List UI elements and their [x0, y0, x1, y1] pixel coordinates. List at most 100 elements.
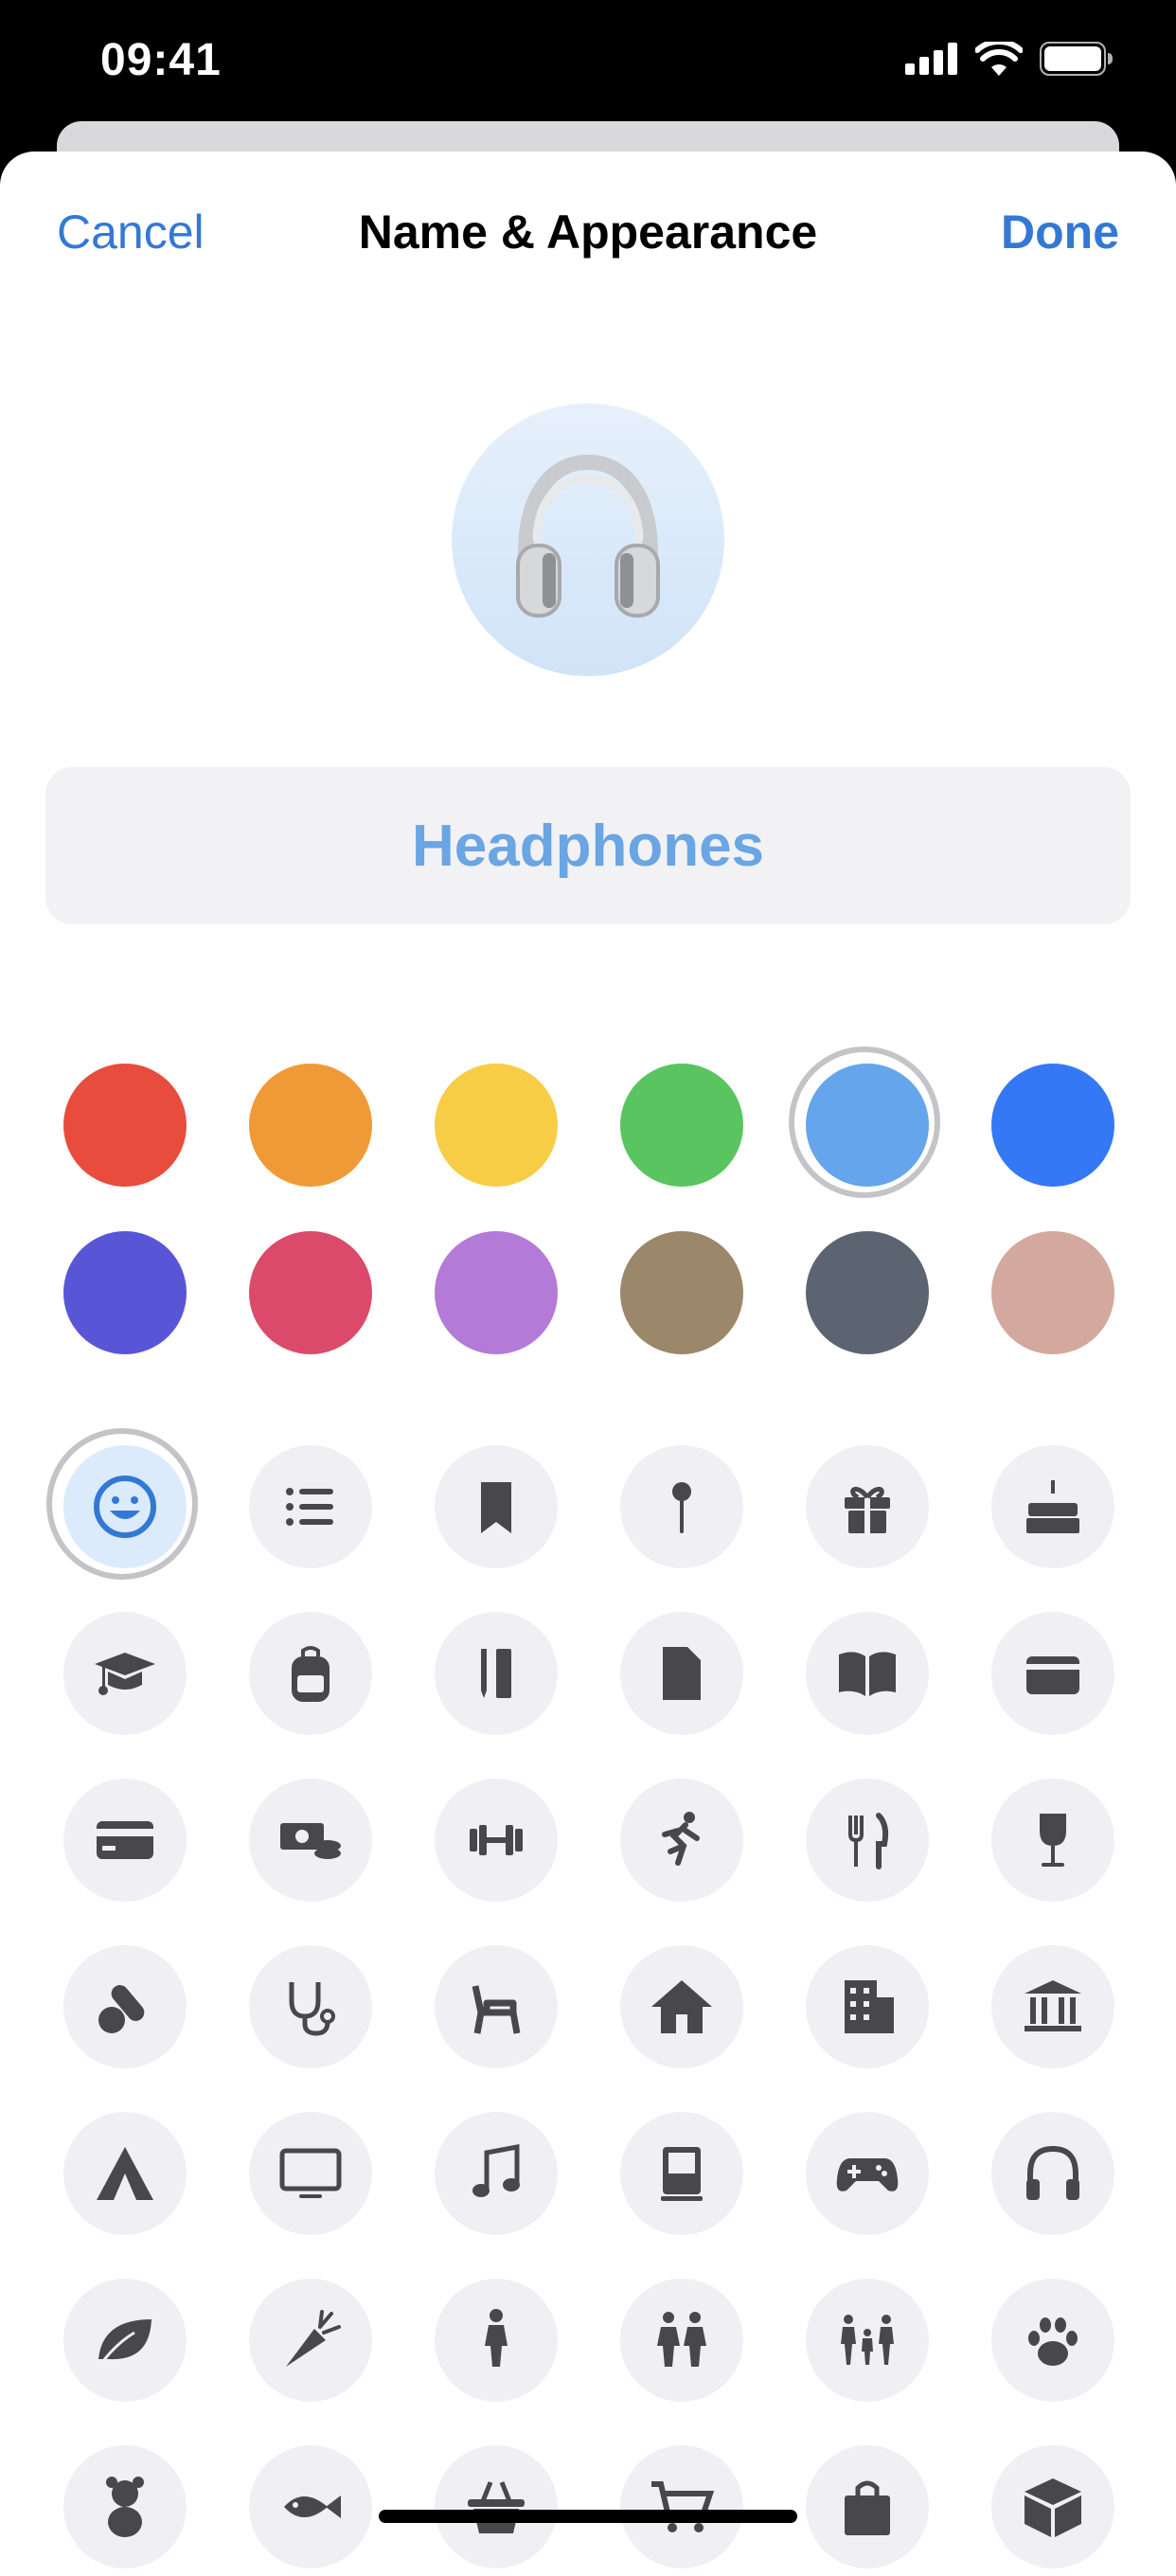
- color-swatch-indigo[interactable]: [63, 1231, 187, 1354]
- glyph-option-two-people[interactable]: [620, 2279, 743, 2402]
- glyph-option-computer[interactable]: [620, 2112, 743, 2235]
- house-icon: [651, 1980, 712, 2033]
- color-swatch-green[interactable]: [620, 1064, 743, 1187]
- cart-icon: [651, 2481, 715, 2532]
- teddy-bear-icon: [106, 2477, 144, 2537]
- glyph-option-pencil-ruler[interactable]: [435, 1612, 558, 1735]
- glyph-option-chair[interactable]: [435, 1945, 558, 2068]
- icon-preview: [452, 403, 724, 676]
- glyph-option-basket[interactable]: [435, 2445, 558, 2568]
- game-controller-icon: [836, 2158, 899, 2191]
- computer-icon: [661, 2147, 703, 2201]
- glyph-option-money[interactable]: [249, 1779, 372, 1902]
- wallet-icon: [1026, 1656, 1079, 1694]
- family-icon: [841, 2315, 894, 2365]
- selected-ring: [789, 1046, 940, 1198]
- fork-knife-icon: [848, 1813, 889, 1869]
- glyph-option-running-figure[interactable]: [620, 1779, 743, 1902]
- glyph-option-pawprint[interactable]: [991, 2279, 1114, 2402]
- color-dot: [63, 1064, 187, 1187]
- glyph-option-birthday-cake[interactable]: [991, 1445, 1114, 1568]
- shopping-bag-icon: [845, 2480, 890, 2535]
- glyph-option-smiley[interactable]: [46, 1428, 198, 1580]
- glyph-option-person[interactable]: [435, 2279, 558, 2402]
- glyph-option-building[interactable]: [806, 1945, 929, 2068]
- glyph-option-backpack[interactable]: [249, 1612, 372, 1735]
- bank-icon: [1025, 1980, 1081, 2031]
- glyph-option-headphones-outline[interactable]: [991, 2112, 1114, 2235]
- wifi-icon: [975, 42, 1023, 76]
- page-title: Name & Appearance: [358, 206, 818, 259]
- name-field[interactable]: Headphones: [45, 767, 1131, 924]
- glyph-option-book[interactable]: [806, 1612, 929, 1735]
- glyph-option-dumbbell[interactable]: [435, 1779, 558, 1902]
- glyph-option-box[interactable]: [991, 2445, 1114, 2568]
- color-swatch-red[interactable]: [63, 1064, 187, 1187]
- glyph-option-game-controller[interactable]: [806, 2112, 929, 2235]
- glyph-option-list[interactable]: [249, 1445, 372, 1568]
- glyph-option-tent[interactable]: [63, 2112, 187, 2235]
- glyph-option-family[interactable]: [806, 2279, 929, 2402]
- glyph-option-bank[interactable]: [991, 1945, 1114, 2068]
- pencil-ruler-icon: [481, 1649, 511, 1698]
- glyph-option-monitor[interactable]: [249, 2112, 372, 2235]
- wine-glass-icon: [1040, 1814, 1066, 1867]
- person-icon: [485, 2309, 508, 2367]
- color-swatch-light-blue[interactable]: [789, 1046, 940, 1198]
- color-dot: [620, 1064, 743, 1187]
- color-dot: [806, 1231, 929, 1354]
- battery-icon: [1040, 42, 1113, 76]
- glyph-option-stethoscope[interactable]: [249, 1945, 372, 2068]
- glyph-option-leaf[interactable]: [63, 2279, 187, 2402]
- bookmark-icon: [481, 1482, 511, 1533]
- money-icon: [280, 1823, 341, 1859]
- color-swatch-yellow[interactable]: [435, 1064, 558, 1187]
- color-swatch-rose-gold[interactable]: [991, 1231, 1114, 1354]
- headphones-outline-icon: [1026, 2145, 1079, 2200]
- music-note-icon: [472, 2143, 520, 2197]
- home-indicator: [379, 2510, 797, 2523]
- color-dot: [63, 1231, 187, 1354]
- glyph-option-pin[interactable]: [620, 1445, 743, 1568]
- color-swatch-dark-gray[interactable]: [806, 1231, 929, 1354]
- glyph-option-wallet[interactable]: [991, 1612, 1114, 1735]
- color-swatch-blue[interactable]: [991, 1064, 1114, 1187]
- chair-icon: [472, 1985, 521, 2034]
- glyph-option-shopping-bag[interactable]: [806, 2445, 929, 2568]
- glyph-option-carrot[interactable]: [249, 2279, 372, 2402]
- glyph-option-bookmark[interactable]: [435, 1445, 558, 1568]
- glyph-option-fork-knife[interactable]: [806, 1779, 929, 1902]
- dumbbell-icon: [470, 1825, 523, 1855]
- glyph-option-cart[interactable]: [620, 2445, 743, 2568]
- graduation-cap-icon: [95, 1653, 155, 1695]
- glyph-option-document[interactable]: [620, 1612, 743, 1735]
- glyph-option-wine-glass[interactable]: [991, 1779, 1114, 1902]
- color-dot: [435, 1231, 558, 1354]
- color-swatch-orange[interactable]: [249, 1064, 372, 1187]
- glyph-option-pills[interactable]: [63, 1945, 187, 2068]
- navigation-bar: Cancel Name & Appearance Done: [0, 152, 1176, 313]
- glyph-option-credit-card[interactable]: [63, 1779, 187, 1902]
- gift-icon: [845, 1486, 890, 1533]
- glyph-option-gift[interactable]: [806, 1445, 929, 1568]
- done-button[interactable]: Done: [1001, 205, 1119, 259]
- glyph-option-fish[interactable]: [249, 2445, 372, 2568]
- glyph-option-graduation-cap[interactable]: [63, 1612, 187, 1735]
- glyph-option-teddy-bear[interactable]: [63, 2445, 187, 2568]
- carrot-icon: [286, 2310, 341, 2367]
- running-figure-icon: [662, 1812, 700, 1866]
- box-icon: [1025, 2478, 1081, 2537]
- list-icon: [286, 1488, 333, 1526]
- color-dot: [620, 1231, 743, 1354]
- credit-card-icon: [97, 1821, 153, 1859]
- glyph-option-music-note[interactable]: [435, 2112, 558, 2235]
- headphones-icon: [516, 454, 660, 617]
- document-icon: [663, 1647, 701, 1700]
- birthday-cake-icon: [1026, 1480, 1079, 1533]
- color-swatch-pink[interactable]: [249, 1231, 372, 1354]
- leaf-icon: [98, 2319, 151, 2366]
- glyph-option-house[interactable]: [620, 1945, 743, 2068]
- color-swatch-purple[interactable]: [435, 1231, 558, 1354]
- color-swatch-brown[interactable]: [620, 1231, 743, 1354]
- status-time: 09:41: [100, 35, 222, 85]
